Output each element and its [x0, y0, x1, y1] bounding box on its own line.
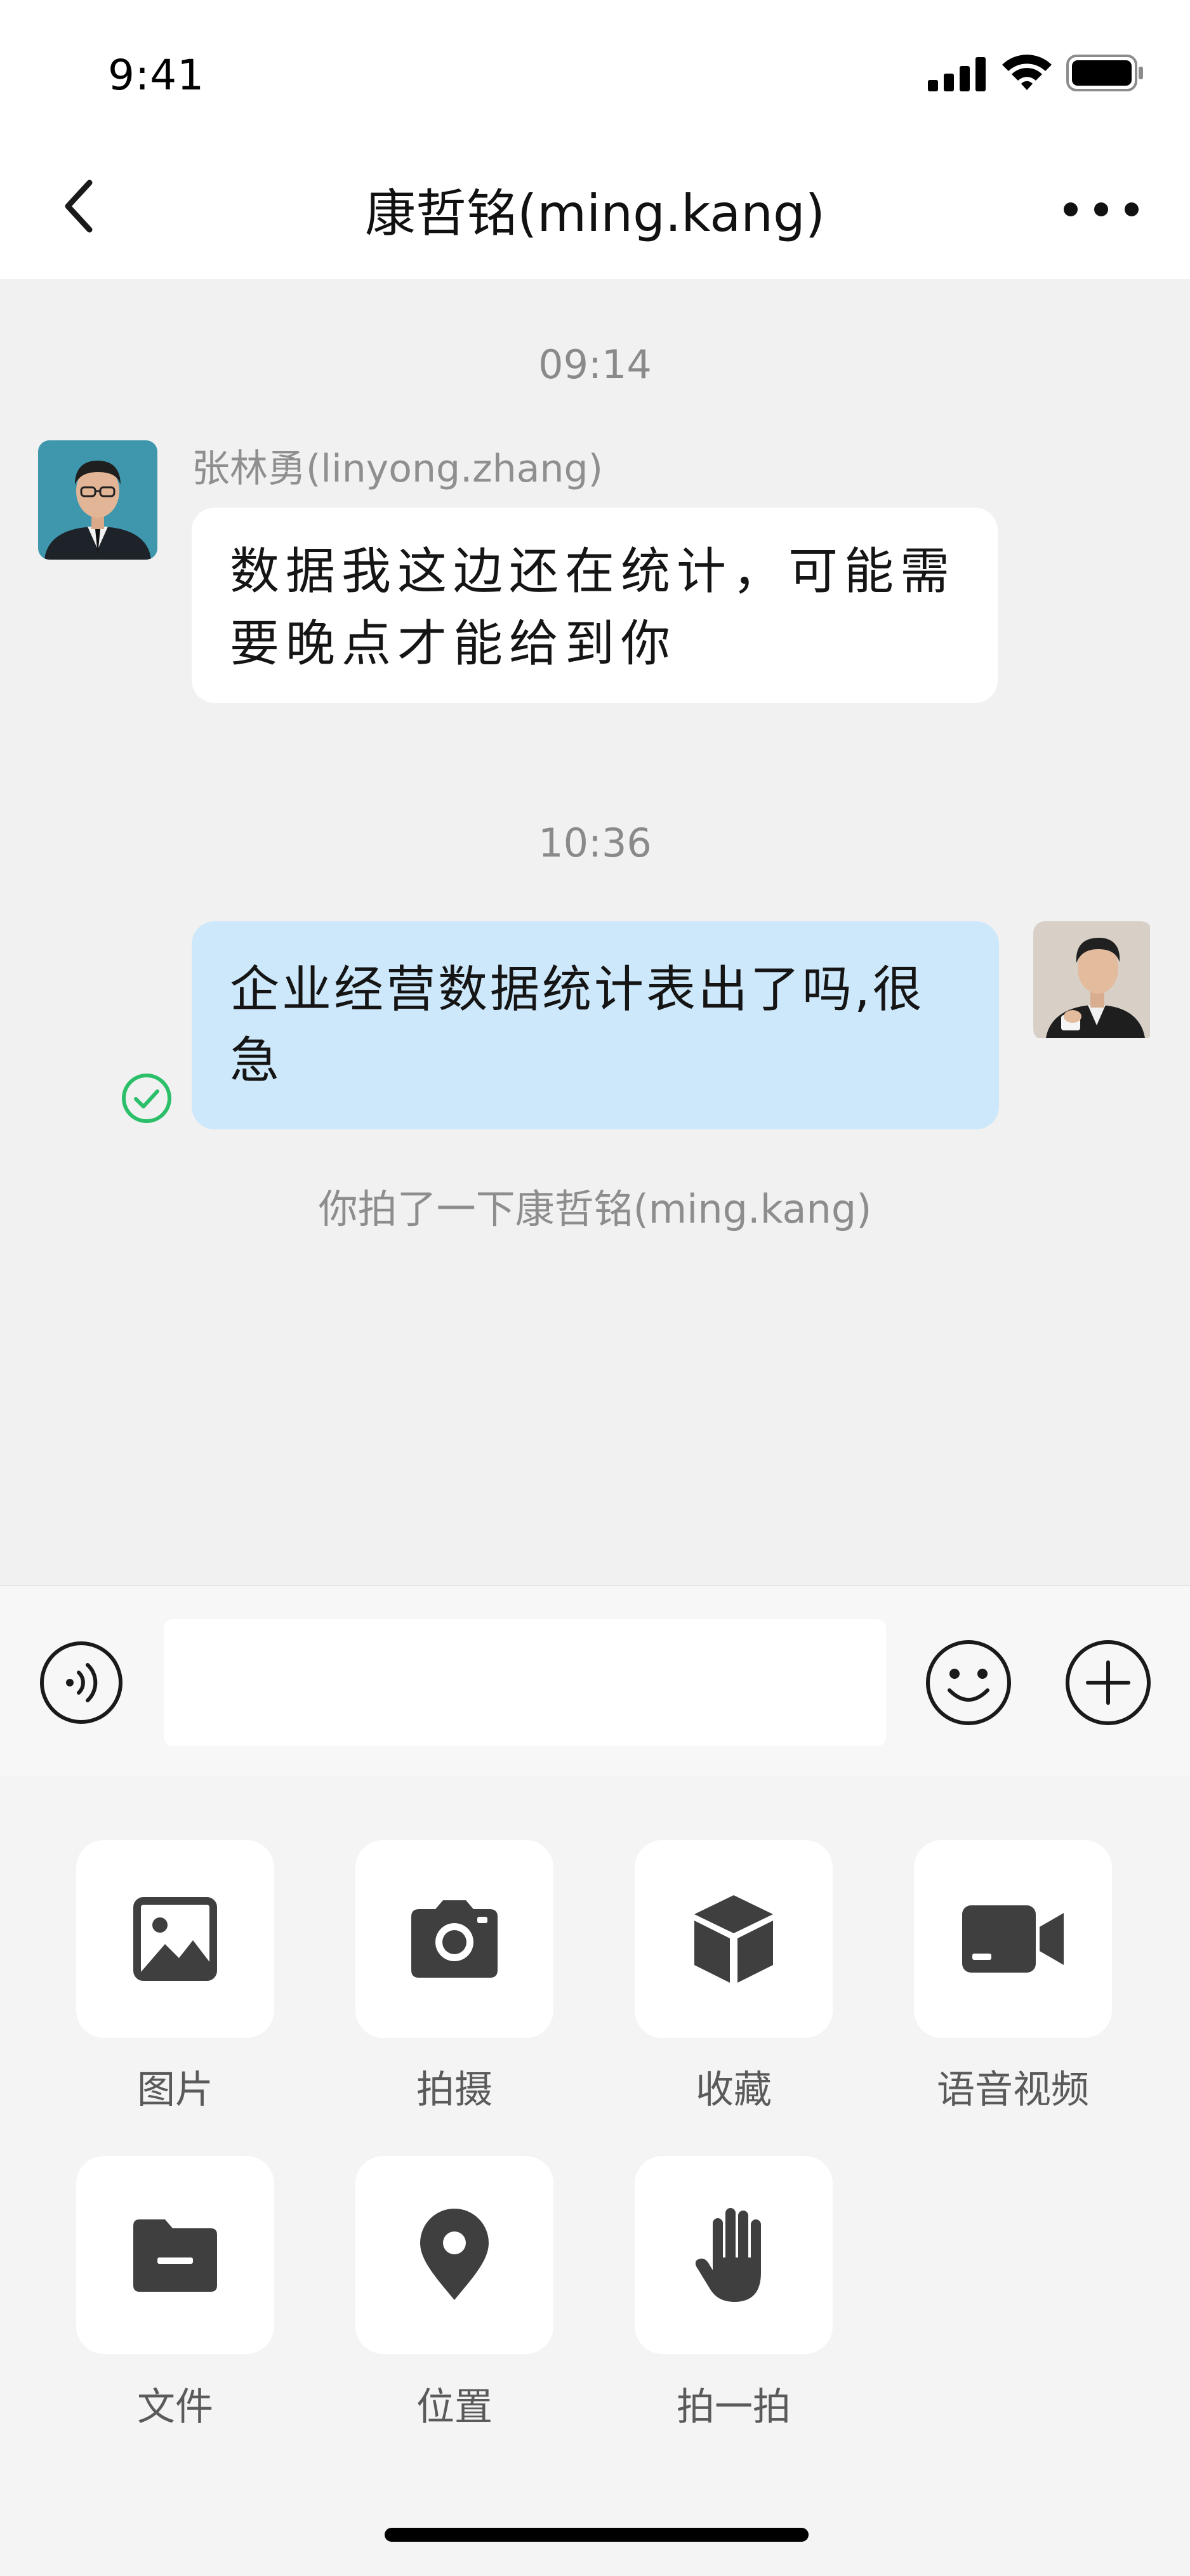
- panel-item-image[interactable]: [76, 1840, 274, 2038]
- folder-icon: [133, 2219, 217, 2292]
- panel-item-label: 拍摄: [416, 2068, 493, 2112]
- voice-icon: [40, 1641, 122, 1724]
- system-pat-notice: 你拍了一下康哲铭(ming.kang): [318, 1186, 872, 1232]
- panel-item-video-call[interactable]: [914, 1840, 1112, 2038]
- input-bar: [0, 1585, 1190, 1778]
- message-timestamp: 10:36: [538, 820, 652, 866]
- hand-pat-icon: [695, 2208, 761, 2302]
- more-options-button[interactable]: [1054, 184, 1149, 235]
- avatar-self-image: [1033, 921, 1150, 1038]
- more-dot: [1094, 202, 1108, 216]
- message-text-line: 要晚点才能给到你: [230, 615, 677, 673]
- location-pin-icon: [420, 2209, 489, 2300]
- sender-name: 张林勇(linyong.zhang): [192, 447, 603, 491]
- nav-bar: 康哲铭(ming.kang): [0, 146, 1190, 279]
- video-call-icon: [962, 1905, 1064, 1973]
- avatar-sender[interactable]: [38, 440, 157, 560]
- back-button[interactable]: [51, 171, 108, 241]
- panel-item-label: 文件: [137, 2385, 213, 2429]
- image-icon: [133, 1897, 217, 1981]
- panel-item-camera[interactable]: [355, 1840, 553, 2038]
- status-time: 9:41: [108, 51, 205, 100]
- message-input[interactable]: [164, 1619, 886, 1746]
- more-functions-button[interactable]: [1064, 1638, 1153, 1730]
- message-bubble-sent[interactable]: 企业经营数据统计表出了吗,很 急: [192, 921, 999, 1129]
- battery-icon: [1066, 55, 1143, 91]
- panel-item-label: 位置: [416, 2385, 493, 2429]
- message-timestamp: 09:14: [538, 341, 652, 388]
- wifi-icon: [1002, 55, 1052, 90]
- favorites-box-icon: [694, 1895, 773, 1983]
- message-bubble-received[interactable]: 数据我这边还在统计，可能需 要晚点才能给到你: [192, 508, 998, 703]
- panel-item-label: 图片: [137, 2068, 213, 2112]
- message-text-line: 急: [230, 1032, 282, 1089]
- panel-item-pat[interactable]: [635, 2156, 833, 2354]
- home-indicator: [385, 2528, 809, 2542]
- panel-item-label: 收藏: [696, 2068, 772, 2112]
- chevron-left-icon: [65, 180, 93, 233]
- status-bar: 9:41: [0, 0, 1190, 146]
- message-text-line: 企业经营数据统计表出了吗,很: [230, 961, 925, 1018]
- panel-item-label: 拍一拍: [677, 2385, 791, 2429]
- plus-icon: [1066, 1640, 1151, 1725]
- chat-title: 康哲铭(ming.kang): [365, 184, 825, 243]
- more-dot: [1125, 202, 1139, 216]
- more-dots-icon: [1064, 202, 1078, 216]
- camera-icon: [411, 1900, 498, 1978]
- read-check-icon: [122, 1074, 171, 1123]
- emoji-icon: [926, 1640, 1011, 1725]
- panel-item-location[interactable]: [355, 2156, 553, 2354]
- panel-item-favorites[interactable]: [635, 1840, 833, 2038]
- emoji-button[interactable]: [924, 1638, 1013, 1730]
- voice-input-button[interactable]: [38, 1640, 124, 1728]
- panel-item-file[interactable]: [76, 2156, 274, 2354]
- message-text-line: 数据我这边还在统计，可能需: [230, 543, 956, 600]
- panel-item-label: 语音视频: [937, 2068, 1089, 2112]
- signal-icon: [928, 57, 986, 91]
- avatar-self[interactable]: [1033, 921, 1153, 1041]
- avatar-sender-image: [38, 440, 157, 560]
